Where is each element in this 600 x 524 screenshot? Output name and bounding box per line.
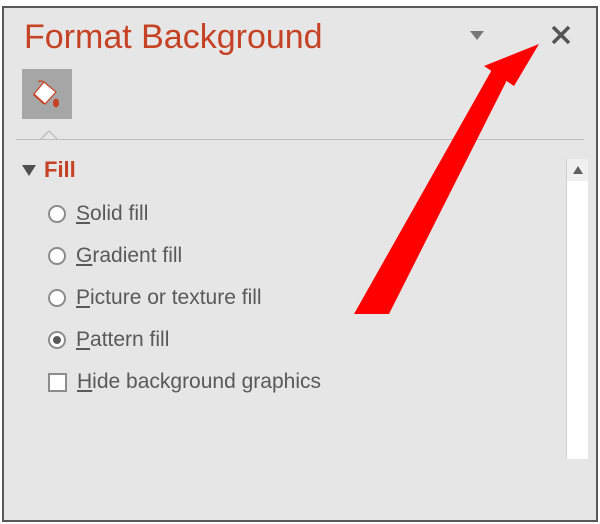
checkbox-label: Hide background graphics bbox=[77, 370, 321, 394]
pane-title: Format Background bbox=[24, 18, 468, 57]
paint-bucket-icon bbox=[30, 77, 64, 111]
pane-header: Format Background bbox=[4, 8, 596, 61]
fill-section: Fill Solid fill Gradient fill Picture or… bbox=[14, 147, 566, 459]
close-button[interactable] bbox=[550, 24, 572, 51]
radio-icon bbox=[48, 331, 66, 349]
collapse-triangle-icon bbox=[22, 165, 36, 176]
pane-tabs bbox=[4, 61, 596, 119]
radio-picture-texture-fill[interactable]: Picture or texture fill bbox=[18, 277, 566, 319]
radio-label: Solid fill bbox=[76, 202, 148, 226]
close-icon bbox=[550, 24, 572, 46]
chevron-down-icon bbox=[468, 28, 486, 42]
radio-label: Picture or texture fill bbox=[76, 286, 262, 310]
section-toggle[interactable]: Fill bbox=[18, 151, 566, 193]
radio-label: Gradient fill bbox=[76, 244, 182, 268]
tab-divider bbox=[16, 125, 584, 147]
format-background-pane: Format Background bbox=[2, 6, 598, 522]
radio-solid-fill[interactable]: Solid fill bbox=[18, 193, 566, 235]
section-title: Fill bbox=[44, 157, 76, 183]
scroll-up-button[interactable] bbox=[567, 159, 588, 181]
scroll-up-icon bbox=[572, 165, 584, 175]
pane-menu-button[interactable] bbox=[468, 28, 486, 47]
radio-icon bbox=[48, 247, 66, 265]
radio-label: Pattern fill bbox=[76, 328, 169, 352]
radio-pattern-fill[interactable]: Pattern fill bbox=[18, 319, 566, 361]
vertical-scrollbar[interactable] bbox=[566, 159, 588, 459]
radio-icon bbox=[48, 205, 66, 223]
radio-icon bbox=[48, 289, 66, 307]
checkbox-icon bbox=[48, 373, 67, 392]
checkbox-hide-background-graphics[interactable]: Hide background graphics bbox=[18, 361, 566, 403]
radio-gradient-fill[interactable]: Gradient fill bbox=[18, 235, 566, 277]
scroll-track[interactable] bbox=[567, 181, 588, 459]
fill-tab[interactable] bbox=[22, 69, 72, 119]
